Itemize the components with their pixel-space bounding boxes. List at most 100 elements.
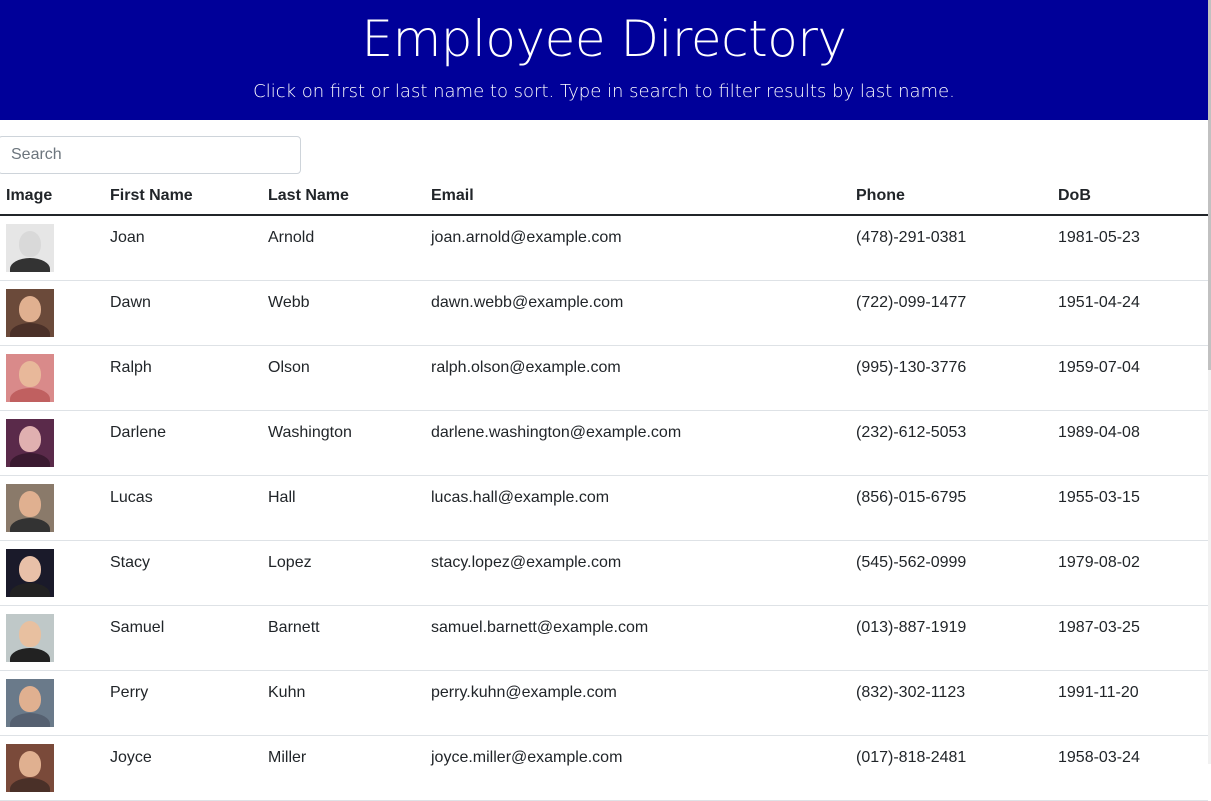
table-row: Samuel Barnett samuel.barnett@example.com(…: [0, 605, 1208, 671]
table-body: Joan Arnold joan.arnold@example.com (478)-2…: [0, 215, 1208, 801]
email-cell: ralph.olson@example.com: [425, 345, 850, 411]
avatar: [6, 744, 54, 792]
avatar: [6, 289, 54, 337]
image-cell: [0, 735, 104, 801]
page-subtitle: Click on first or last name to sort. Typ…: [253, 81, 955, 102]
dob-cell: 1951-04-24: [1052, 280, 1208, 346]
avatar-face: [19, 426, 41, 452]
table-row: Perry Kuhn perry.kuhn@example.com (832)-302…: [0, 670, 1208, 736]
table-row: Dawn Webb dawn.webb@example.com (722)-099-1…: [0, 280, 1208, 346]
avatar-face: [19, 296, 41, 322]
avatar: [6, 224, 54, 272]
email-cell: joan.arnold@example.com: [425, 215, 850, 281]
avatar-face: [19, 751, 41, 777]
avatar-face: [19, 556, 41, 582]
table-row: Darlene Washington darlene.washington@exam…: [0, 410, 1208, 476]
dob-cell: 1955-03-15: [1052, 475, 1208, 541]
phone-cell: (832)-302-1123: [850, 670, 1052, 736]
avatar: [6, 614, 54, 662]
avatar-body: [10, 453, 50, 467]
table-row: Joan Arnold joan.arnold@example.com (478)-2…: [0, 215, 1208, 281]
first-name-cell: Perry: [104, 670, 262, 736]
image-cell: [0, 605, 104, 671]
phone-cell: (995)-130-3776: [850, 345, 1052, 411]
email-cell: perry.kuhn@example.com: [425, 670, 850, 736]
last-name-cell: Olson: [262, 345, 425, 411]
email-cell: stacy.lopez@example.com: [425, 540, 850, 606]
phone-cell: (545)-562-0999: [850, 540, 1052, 606]
first-name-cell: Lucas: [104, 475, 262, 541]
phone-cell: (722)-099-1477: [850, 280, 1052, 346]
phone-cell: (478)-291-0381: [850, 215, 1052, 281]
last-name-cell: Barnett: [262, 605, 425, 671]
first-name-cell: Ralph: [104, 345, 262, 411]
avatar: [6, 354, 54, 402]
employee-table: Image First Name Last Name Email Phone D…: [0, 177, 1208, 801]
email-cell: dawn.webb@example.com: [425, 280, 850, 346]
avatar-body: [10, 258, 50, 272]
avatar-face: [19, 686, 41, 712]
first-name-cell: Darlene: [104, 410, 262, 476]
first-name-cell: Joyce: [104, 735, 262, 801]
email-cell: darlene.washington@example.com: [425, 410, 850, 476]
phone-cell: (013)-887-1919: [850, 605, 1052, 671]
last-name-cell: Lopez: [262, 540, 425, 606]
avatar: [6, 419, 54, 467]
table-row: Lucas Hall lucas.hall@example.com (856)-015…: [0, 475, 1208, 541]
column-header-email: Email: [425, 177, 850, 216]
last-name-cell: Kuhn: [262, 670, 425, 736]
first-name-cell: Joan: [104, 215, 262, 281]
table-row: Joyce Miller joyce.miller@example.com (017)…: [0, 735, 1208, 801]
last-name-cell: Hall: [262, 475, 425, 541]
image-cell: [0, 670, 104, 736]
first-name-cell: Dawn: [104, 280, 262, 346]
column-header-dob: DoB: [1052, 177, 1208, 216]
search-input[interactable]: [0, 136, 301, 174]
avatar-body: [10, 648, 50, 662]
dob-cell: 1959-07-04: [1052, 345, 1208, 411]
dob-cell: 1979-08-02: [1052, 540, 1208, 606]
avatar-face: [19, 491, 41, 517]
avatar-body: [10, 388, 50, 402]
column-header-first-name[interactable]: First Name: [104, 177, 262, 216]
last-name-cell: Washington: [262, 410, 425, 476]
image-cell: [0, 345, 104, 411]
dob-cell: 1981-05-23: [1052, 215, 1208, 281]
page-header: Employee Directory Click on first or las…: [0, 0, 1208, 120]
column-header-phone: Phone: [850, 177, 1052, 216]
avatar: [6, 484, 54, 532]
dob-cell: 1958-03-24: [1052, 735, 1208, 801]
phone-cell: (856)-015-6795: [850, 475, 1052, 541]
first-name-cell: Stacy: [104, 540, 262, 606]
avatar: [6, 679, 54, 727]
avatar-body: [10, 713, 50, 727]
email-cell: joyce.miller@example.com: [425, 735, 850, 801]
table-row: Ralph Olson ralph.olson@example.com (995)-1…: [0, 345, 1208, 411]
image-cell: [0, 280, 104, 346]
table-header-row: Image First Name Last Name Email Phone D…: [0, 177, 1208, 216]
last-name-cell: Miller: [262, 735, 425, 801]
avatar-body: [10, 778, 50, 792]
column-header-last-name[interactable]: Last Name: [262, 177, 425, 216]
avatar-body: [10, 583, 50, 597]
dob-cell: 1991-11-20: [1052, 670, 1208, 736]
dob-cell: 1987-03-25: [1052, 605, 1208, 671]
email-cell: samuel.barnett@example.com: [425, 605, 850, 671]
column-header-image: Image: [0, 177, 104, 216]
avatar: [6, 549, 54, 597]
table-row: Stacy Lopez stacy.lopez@example.com (545)-5…: [0, 540, 1208, 606]
avatar-face: [19, 621, 41, 647]
phone-cell: (017)-818-2481: [850, 735, 1052, 801]
avatar-face: [19, 231, 41, 257]
last-name-cell: Arnold: [262, 215, 425, 281]
first-name-cell: Samuel: [104, 605, 262, 671]
avatar-face: [19, 361, 41, 387]
image-cell: [0, 540, 104, 606]
image-cell: [0, 215, 104, 281]
phone-cell: (232)-612-5053: [850, 410, 1052, 476]
email-cell: lucas.hall@example.com: [425, 475, 850, 541]
page-title: Employee Directory: [361, 10, 847, 68]
avatar-body: [10, 518, 50, 532]
avatar-body: [10, 323, 50, 337]
dob-cell: 1989-04-08: [1052, 410, 1208, 476]
